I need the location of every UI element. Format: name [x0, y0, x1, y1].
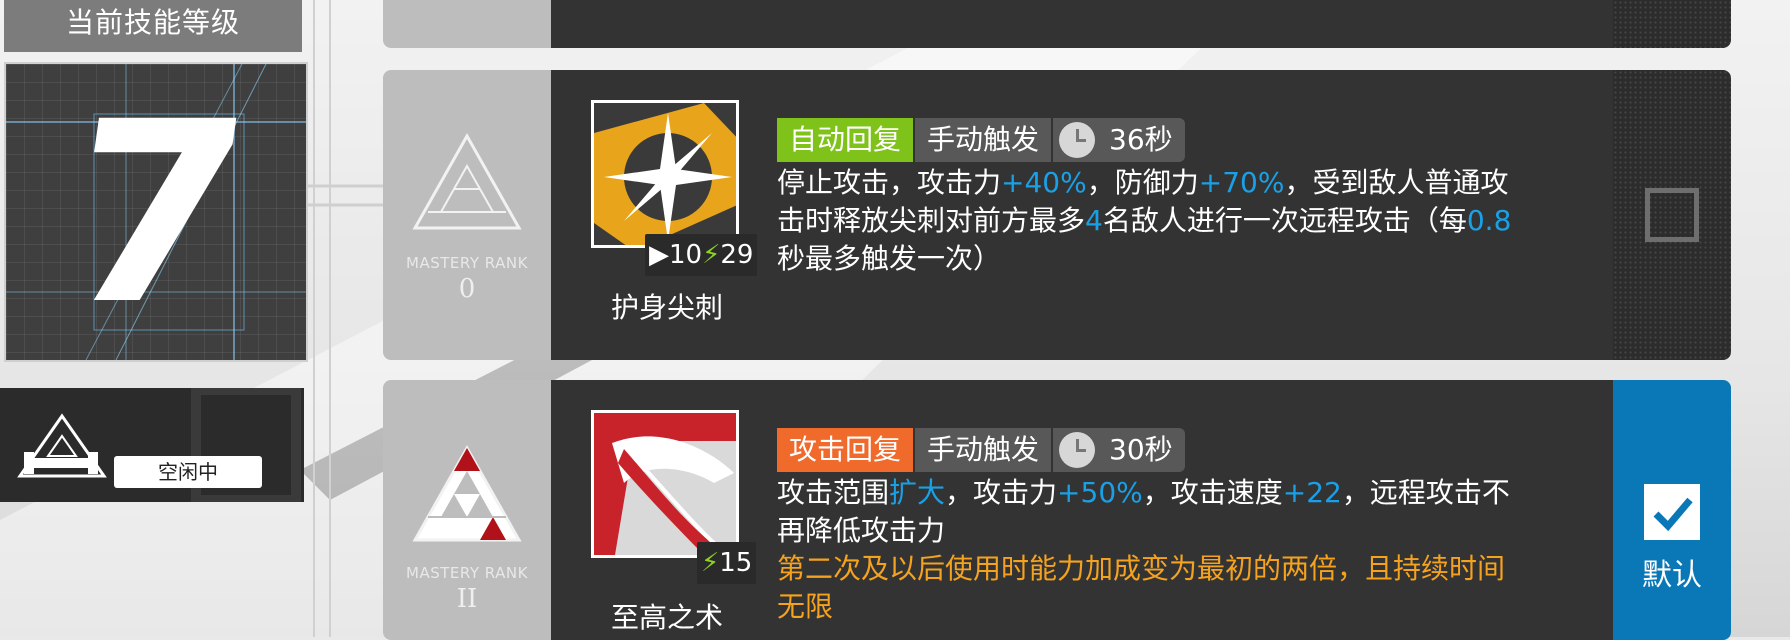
skill-panel-2: MASTERY RANK II ⚡15 至高之术 攻击回复 手动触发 30秒 攻…: [383, 380, 1731, 640]
default-label: 默认: [1642, 558, 1702, 593]
trigger-tag: 手动触发: [915, 118, 1052, 162]
clock-icon: [1059, 122, 1096, 158]
skill-body: ▶10⚡29 护身尖刺 自动回复 手动触发 36秒 停止攻击，攻击力+40%，防…: [551, 70, 1613, 360]
skill-level-display: 7: [4, 62, 308, 362]
trigger-tag: 手动触发: [915, 428, 1052, 472]
desc-value: 4: [1085, 204, 1103, 237]
rank-column: MASTERY RANK 0: [383, 70, 551, 360]
desc-text: 停止攻击，攻击力: [777, 166, 1002, 199]
initial-sp: 10: [669, 240, 703, 270]
skill-body: ⚡15 至高之术 攻击回复 手动触发 30秒 攻击范围扩大，攻击力+50%，攻击…: [551, 380, 1613, 640]
desc-value: 0.8: [1466, 204, 1512, 237]
skill-description: 攻击范围扩大，攻击力+50%，攻击速度+22，远程攻击不再降低攻击力第二次及以后…: [777, 474, 1607, 626]
status-badge: 空闲中: [114, 456, 262, 488]
sp-cost: 29: [720, 240, 754, 270]
rank-column: [383, 0, 551, 48]
desc-value: +40%: [1001, 166, 1087, 199]
sp-cost-icon: ⚡: [701, 548, 720, 578]
skill-name: 护身尖刺: [610, 291, 723, 324]
checkmark-icon: [1653, 497, 1693, 532]
desc-note: 第二次及以后使用时能力加成变为最初的两倍，且持续时间: [777, 552, 1506, 585]
duration-value: 36秒: [1109, 123, 1173, 156]
skill-sp-stats: ▶10⚡29: [645, 234, 758, 276]
skill-description: 停止攻击，攻击力+40%，防御力+70%，受到敌人普通攻击时释放尖刺对前方最多4…: [777, 164, 1607, 278]
skill-panel-1: MASTERY RANK 0 ▶10⚡29 护身尖刺 自动回复 手动触发 36秒: [383, 70, 1731, 360]
duration-value: 30秒: [1109, 433, 1173, 466]
desc-text: 攻击范围: [777, 476, 890, 509]
desc-value: +50%: [1057, 476, 1143, 509]
select-checkbox[interactable]: [1645, 188, 1699, 242]
mastery-rank-label: MASTERY RANK: [406, 564, 528, 582]
select-column-selected[interactable]: 默认: [1613, 380, 1731, 640]
feather-blade-icon: [594, 413, 736, 555]
skill-body: [551, 0, 1613, 48]
skill-sp-stats: ⚡15: [697, 542, 757, 584]
skill-name: 至高之术: [610, 601, 723, 634]
desc-text: 击时释放尖刺对前方最多: [777, 204, 1086, 237]
mastery-rank-label: MASTERY RANK: [406, 254, 528, 272]
desc-text: ，防御力: [1086, 166, 1199, 199]
mastery-triangle-icon: [412, 132, 522, 230]
duration-tag: 30秒: [1053, 428, 1185, 472]
level-title: 当前技能等级: [4, 0, 302, 52]
skill-icon-spike: [591, 100, 739, 248]
operator-status-card[interactable]: 空闲中: [0, 388, 304, 502]
initial-sp-icon: ▶: [649, 240, 669, 270]
shield-spike-icon: [594, 103, 736, 245]
mastery-triangle-icon: [412, 444, 522, 542]
desc-text: ，攻击速度: [1142, 476, 1283, 509]
recovery-tag: 自动回复: [777, 118, 914, 162]
desc-note: 无限: [777, 590, 834, 623]
select-column[interactable]: [1613, 0, 1731, 48]
rank-column: MASTERY RANK II: [383, 380, 551, 640]
desc-text: ，受到敌人普通攻: [1284, 166, 1509, 199]
skill-tags: 攻击回复 手动触发 30秒: [777, 428, 1185, 472]
duration-tag: 36秒: [1053, 118, 1185, 162]
desc-text: 再降低攻击力: [777, 514, 946, 547]
desc-value: +22: [1282, 476, 1342, 509]
clock-icon: [1059, 432, 1096, 468]
skill-level-number: 7: [48, 68, 264, 359]
skill-panel-top: [383, 0, 1731, 48]
desc-value: +70%: [1198, 166, 1285, 199]
skill-icon-supreme: [591, 410, 739, 558]
desc-text: ，远程攻击不: [1341, 476, 1510, 509]
skill-tags: 自动回复 手动触发 36秒: [777, 118, 1185, 162]
desc-text: 秒最多触发一次）: [777, 242, 1002, 275]
desc-value: 扩大: [889, 476, 946, 509]
mastery-rank-value: II: [456, 584, 478, 614]
desc-text: ，攻击力: [945, 476, 1058, 509]
recovery-tag: 攻击回复: [777, 428, 914, 472]
sp-cost-icon: ⚡: [702, 240, 721, 270]
select-column[interactable]: [1613, 70, 1731, 360]
desc-text: 名敌人进行一次远程攻击（每: [1102, 204, 1467, 237]
sp-cost: 15: [719, 548, 753, 578]
selected-checkbox[interactable]: [1644, 484, 1700, 540]
mastery-rank-value: 0: [458, 274, 476, 304]
